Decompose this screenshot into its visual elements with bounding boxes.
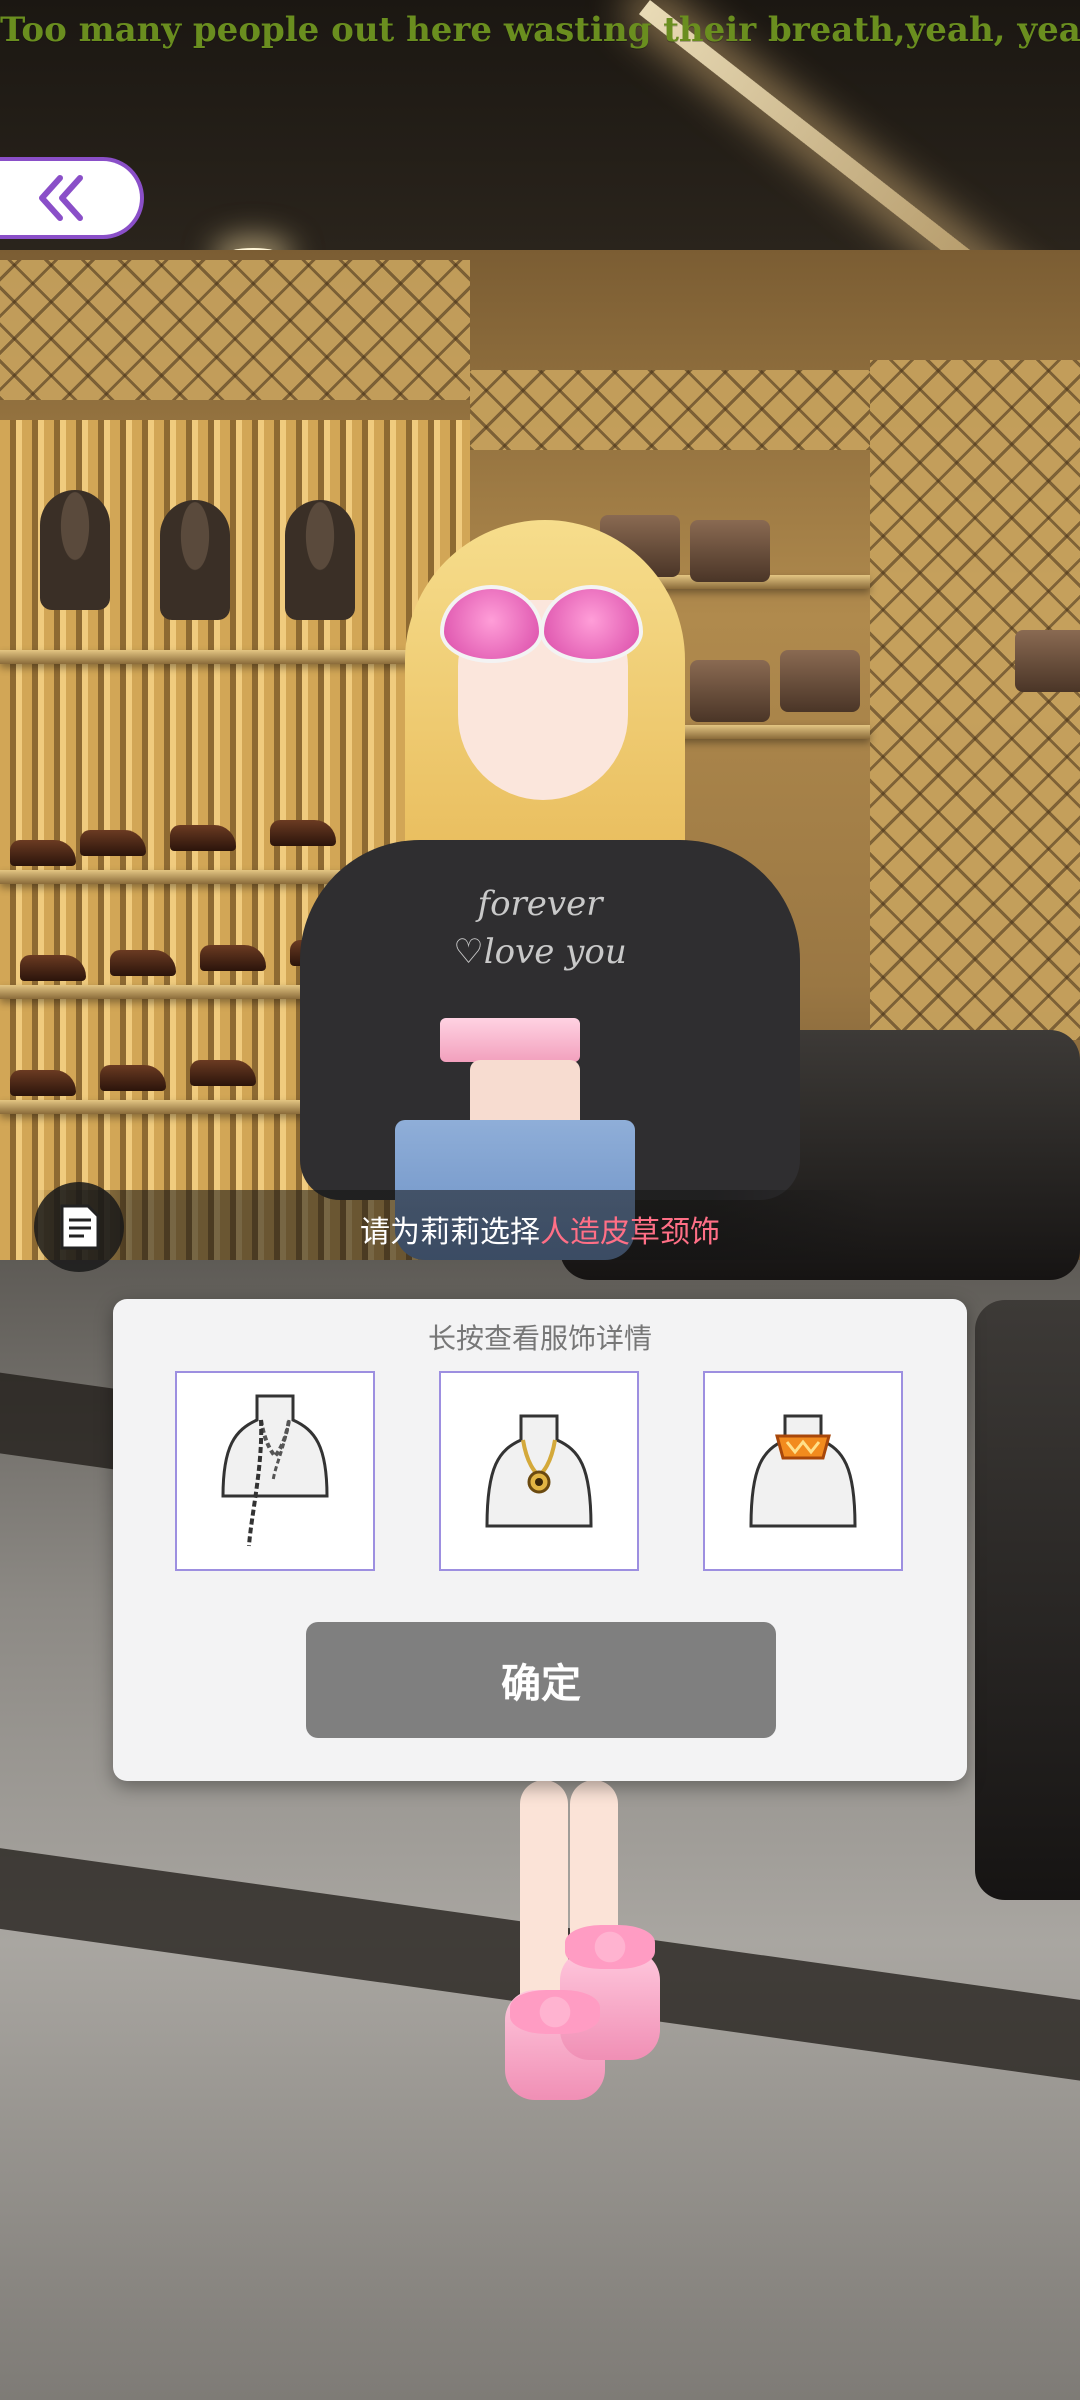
dialog-text: 请为莉莉选择人造皮草颈饰 [0,1207,1080,1251]
shoe-bow [510,1990,600,2034]
confirm-button[interactable]: 确定 [306,1622,776,1738]
panel-hint: 长按查看服饰详情 [427,1322,652,1355]
shoe-bow [565,1925,655,1969]
orange-collar-necklace-icon [749,1414,857,1528]
accessory-selection-panel: 长按查看服饰详情 确定 [113,1299,967,1781]
character-top [440,1018,580,1062]
dialog-prefix: 请为莉莉选择 [360,1215,540,1250]
double-chevron-left-icon [39,175,83,221]
dialog-highlight: 人造皮草颈饰 [540,1215,720,1250]
song-lyric-marquee: Too many people out here wasting their b… [0,10,1080,50]
item-card-gold-pendant-necklace[interactable] [439,1371,639,1571]
item-card-chain-necklace[interactable] [175,1371,375,1571]
chain-necklace-icon [221,1394,329,1547]
back-button[interactable] [0,157,144,239]
item-card-orange-collar-necklace[interactable] [703,1371,903,1571]
sweater-print: forever ♡love you [453,884,627,972]
gold-pendant-necklace-icon [485,1414,593,1528]
